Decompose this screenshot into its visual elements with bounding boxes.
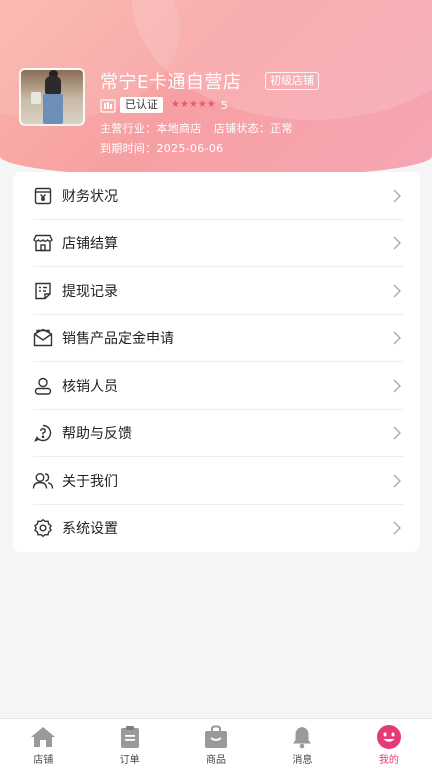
tab-label: 店铺	[33, 755, 54, 766]
store-settlement-icon	[32, 232, 54, 254]
staff-icon	[32, 375, 54, 397]
bottom-tab-bar: 店铺 订单 商品 消息 我的	[0, 718, 432, 768]
status-value: 正常	[270, 122, 293, 135]
menu-item-label: 关于我们	[62, 473, 118, 490]
expire-label: 到期时间：	[100, 142, 157, 155]
expire-row: 到期时间：2025-06-06	[100, 140, 223, 156]
store-name: 常宁E卡通自营店	[100, 72, 242, 93]
smile-icon	[376, 725, 402, 749]
menu-item-system-settings[interactable]: 系统设置	[29, 505, 404, 553]
about-users-icon	[32, 470, 54, 492]
tab-orders[interactable]: 订单	[86, 719, 172, 768]
chevron-right-icon	[393, 379, 401, 393]
menu-item-label: 帮助与反馈	[62, 426, 132, 443]
menu-item-label: 提现记录	[62, 283, 118, 300]
menu-item-label: 系统设置	[62, 521, 118, 538]
bell-icon	[289, 725, 315, 749]
tab-label: 消息	[292, 755, 313, 766]
finance-icon	[32, 185, 54, 207]
tab-products[interactable]: 商品	[173, 719, 259, 768]
bag-icon	[203, 725, 229, 749]
clipboard-icon	[117, 725, 143, 749]
chevron-right-icon	[393, 236, 401, 250]
tab-store[interactable]: 店铺	[0, 719, 86, 768]
store-avatar[interactable]	[19, 68, 85, 126]
industry-value: 本地商店	[156, 122, 202, 135]
star-icon: ★	[197, 99, 207, 110]
chevron-right-icon	[393, 521, 401, 535]
menu-item-label: 财务状况	[62, 188, 118, 205]
chevron-right-icon	[393, 426, 401, 440]
verified-building-icon	[100, 97, 116, 113]
menu-item-label: 销售产品定金申请	[62, 331, 174, 348]
tab-label: 订单	[119, 755, 140, 766]
tab-label: 我的	[378, 755, 399, 766]
rating-value: 5	[220, 98, 228, 112]
tab-mine[interactable]: 我的	[346, 719, 432, 768]
verified-badge: 已认证	[120, 97, 163, 113]
withdraw-record-icon	[32, 280, 54, 302]
chevron-right-icon	[393, 331, 401, 345]
store-level-badge: 初级店铺	[265, 72, 319, 90]
menu-card: 财务状况 店铺结算 提现记录 销售产品定金申请 核销人员 帮助与反馈 关于我们 …	[13, 172, 420, 552]
help-icon	[32, 422, 54, 444]
menu-item-label: 店铺结算	[62, 236, 118, 253]
star-icon: ★	[179, 99, 189, 110]
expire-value: 2025-06-06	[156, 142, 224, 155]
industry-label: 主营行业：	[100, 122, 157, 135]
menu-item-label: 核销人员	[62, 378, 118, 395]
menu-item-store-settlement[interactable]: 店铺结算	[29, 220, 404, 268]
chevron-right-icon	[393, 284, 401, 298]
star-icon: ★	[188, 99, 198, 110]
menu-item-withdraw-record[interactable]: 提现记录	[29, 267, 404, 315]
home-icon	[30, 725, 56, 749]
settings-icon	[32, 517, 54, 539]
menu-item-staff[interactable]: 核销人员	[29, 362, 404, 410]
rating-stars: ★ ★ ★ ★ ★	[171, 99, 216, 111]
menu-item-deposit-application[interactable]: 销售产品定金申请	[29, 315, 404, 363]
status-label: 店铺状态：	[213, 122, 271, 135]
menu-item-finance[interactable]: 财务状况	[29, 172, 404, 220]
chevron-right-icon	[393, 189, 401, 203]
verification-row: 已认证 ★ ★ ★ ★ ★ 5	[100, 96, 228, 114]
menu-item-help-feedback[interactable]: 帮助与反馈	[29, 410, 404, 458]
star-icon: ★	[206, 99, 216, 110]
deposit-envelope-icon	[32, 327, 54, 349]
menu-item-about-us[interactable]: 关于我们	[29, 457, 404, 505]
chevron-right-icon	[393, 474, 401, 488]
star-icon: ★	[171, 99, 180, 110]
store-info-row: 主营行业：本地商店 店铺状态：正常	[100, 120, 293, 136]
tab-messages[interactable]: 消息	[259, 719, 345, 768]
tab-label: 商品	[206, 755, 227, 766]
